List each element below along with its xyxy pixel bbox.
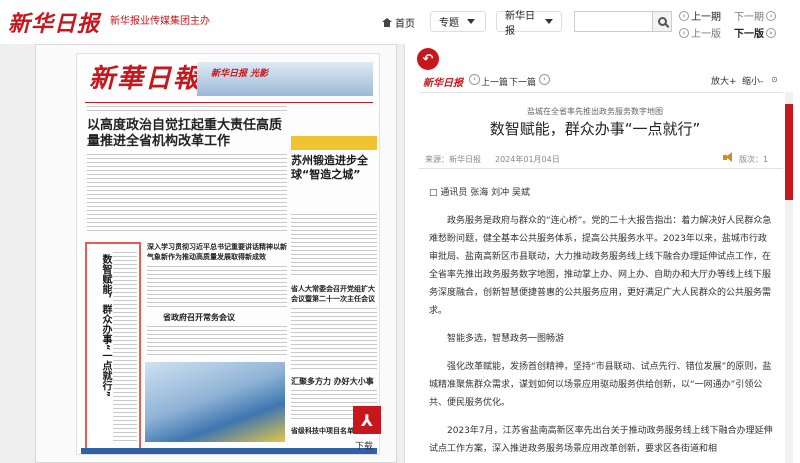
nav-home-link[interactable]: 首页 xyxy=(382,15,415,30)
brand-subtitle: 新华报业传媒集团主办 xyxy=(110,16,210,27)
article-date: 2024年01月04日 xyxy=(495,155,560,164)
next-period-label: 下一期 xyxy=(734,12,764,23)
back-arrow-icon: ↶ xyxy=(422,51,434,67)
newspaper-right-story[interactable]: 省人大常委会召开党组扩大会议暨第二十一次主任会议 xyxy=(291,284,377,304)
next-period-link[interactable]: 下一期 › xyxy=(734,8,776,23)
article-edition: 版次：1 xyxy=(739,155,769,164)
chevron-down-icon xyxy=(545,19,553,24)
next-edition-label: 下一版 xyxy=(734,29,764,40)
article-byline: □ 通讯员 张海 刘冲 吴斌 xyxy=(429,188,530,198)
selected-article-title: 数智赋能，群众办事“一点就行” xyxy=(100,254,111,398)
chevron-left-icon: ‹ xyxy=(679,10,689,21)
divider xyxy=(85,102,373,103)
search-button[interactable] xyxy=(652,11,672,32)
speaker-icon[interactable] xyxy=(723,152,735,163)
download-label: 下载 xyxy=(355,442,374,452)
article-logo: 新华日报 xyxy=(423,78,463,89)
topic-dropdown-label: 专题 xyxy=(439,18,459,29)
reset-zoom-icon[interactable]: ⊙ xyxy=(771,75,778,84)
text-block xyxy=(113,252,137,442)
pdf-download-button[interactable]: ⅄ xyxy=(353,406,381,434)
text-block xyxy=(147,266,287,308)
skyline-caption: 新华日报 光影 xyxy=(211,69,269,79)
prev-period-link[interactable]: ‹ 上一期 xyxy=(679,8,721,23)
masthead-skyline-image: 新华日报 光影 xyxy=(197,62,373,96)
chevron-right-icon: › xyxy=(766,27,776,38)
chevron-left-icon[interactable]: ‹ xyxy=(469,74,480,85)
newspaper-right-story-2[interactable]: 汇聚多方力 办好大小事 xyxy=(291,376,377,387)
back-button[interactable]: ↶ xyxy=(417,48,439,70)
prev-edition-link[interactable]: ‹ 上一版 xyxy=(679,25,721,40)
next-article-link[interactable]: 下一篇 xyxy=(509,75,536,88)
newspaper-mid-story-2[interactable]: 省政府召开常务会议 xyxy=(163,312,283,323)
chevron-left-icon: ‹ xyxy=(679,27,689,38)
article-paragraph: 政务服务是政府与群众的“连心桥”。党的二十大报告指出：着力解决好人民群众急难愁盼… xyxy=(429,216,772,316)
article-paragraph: 2023年7月，江苏省盐南高新区率先出台关于推动政务服务线上线下融合办理延伸试点… xyxy=(429,426,773,454)
newspaper-masthead: 新華日報 xyxy=(89,64,202,94)
bottom-banner xyxy=(81,448,377,454)
text-block xyxy=(87,106,287,114)
paper-dropdown-label: 新华日报 xyxy=(505,10,535,37)
article-body: □ 通讯员 张海 刘冲 吴斌 政务服务是政府与群众的“连心桥”。党的二十大报告指… xyxy=(429,184,773,463)
top-header: 新华日报 新华报业传媒集团主办 首页 专题 新华日报 ‹ 上一期 下一期 › ‹… xyxy=(0,0,800,44)
side-banner xyxy=(291,136,377,150)
newspaper-photo xyxy=(145,362,285,442)
search-icon xyxy=(657,17,667,26)
article-subheading: 智能多选，智慧政务一图畅游 xyxy=(447,334,565,344)
article-scrollbar-thumb[interactable] xyxy=(785,104,793,200)
chevron-right-icon: › xyxy=(766,10,776,21)
article-kicker: 盐城在全省率先推出政务服务数字地图 xyxy=(527,107,663,116)
newspaper-page-image[interactable]: 新華日報 新华日报 光影 以高度政治自觉扛起重大责任高质量推进全省机构改革工作 … xyxy=(76,53,380,455)
divider xyxy=(419,92,783,93)
chevron-down-icon xyxy=(467,19,475,24)
nav-home-label: 首页 xyxy=(395,19,415,30)
prev-edition-label: 上一版 xyxy=(691,29,721,40)
article-source: 来源：新华日报 xyxy=(425,155,481,164)
newspaper-panel: 新華日報 新华日报 光影 以高度政治自觉扛起重大责任高质量推进全省机构改革工作 … xyxy=(35,44,397,463)
topic-dropdown[interactable]: 专题 xyxy=(430,11,486,32)
text-block xyxy=(87,154,287,232)
next-edition-link[interactable]: 下一版 › xyxy=(734,25,776,40)
text-block xyxy=(291,214,377,278)
prev-period-label: 上一期 xyxy=(691,12,721,23)
search-input[interactable] xyxy=(574,11,652,32)
article-paragraph: 强化改革赋能，发扬首创精神，坚持“市县联动、试点先行、错位发展”的原则，盐城精准… xyxy=(429,362,772,408)
article-meta: 来源：新华日报 2024年01月04日 xyxy=(425,154,560,165)
newspaper-side-story[interactable]: 苏州锻造进步全球“智造之城” xyxy=(291,154,377,182)
brand-logo[interactable]: 新华日报 xyxy=(8,6,100,38)
text-block xyxy=(291,308,377,372)
newspaper-headline[interactable]: 以高度政治自觉扛起重大责任高质量推进全省机构改革工作 xyxy=(87,118,287,150)
zoom-out-button[interactable]: 缩小- xyxy=(742,74,763,87)
chevron-right-icon[interactable]: › xyxy=(539,74,550,85)
main-area: 新華日報 新华日报 光影 以高度政治自觉扛起重大责任高质量推进全省机构改革工作 … xyxy=(0,44,800,463)
text-block xyxy=(147,326,287,358)
home-icon xyxy=(382,18,392,27)
newspaper-mid-story[interactable]: 深入学习贯彻习近平总书记重要讲话精神以新气象新作为推动高质量发展取得新成效 xyxy=(147,242,287,262)
divider xyxy=(419,168,783,169)
article-panel: ↶ 新华日报 ‹ 上一篇 下一篇 › 放大+ 缩小- ⊙ 盐城在全省率先推出政务… xyxy=(404,44,800,463)
article-title: 数智赋能，群众办事“一点就行” xyxy=(489,120,701,138)
pdf-icon: ⅄ xyxy=(360,410,374,430)
zoom-in-button[interactable]: 放大+ xyxy=(711,74,737,87)
paper-dropdown[interactable]: 新华日报 xyxy=(496,11,562,37)
prev-article-link[interactable]: 上一篇 xyxy=(481,75,508,88)
